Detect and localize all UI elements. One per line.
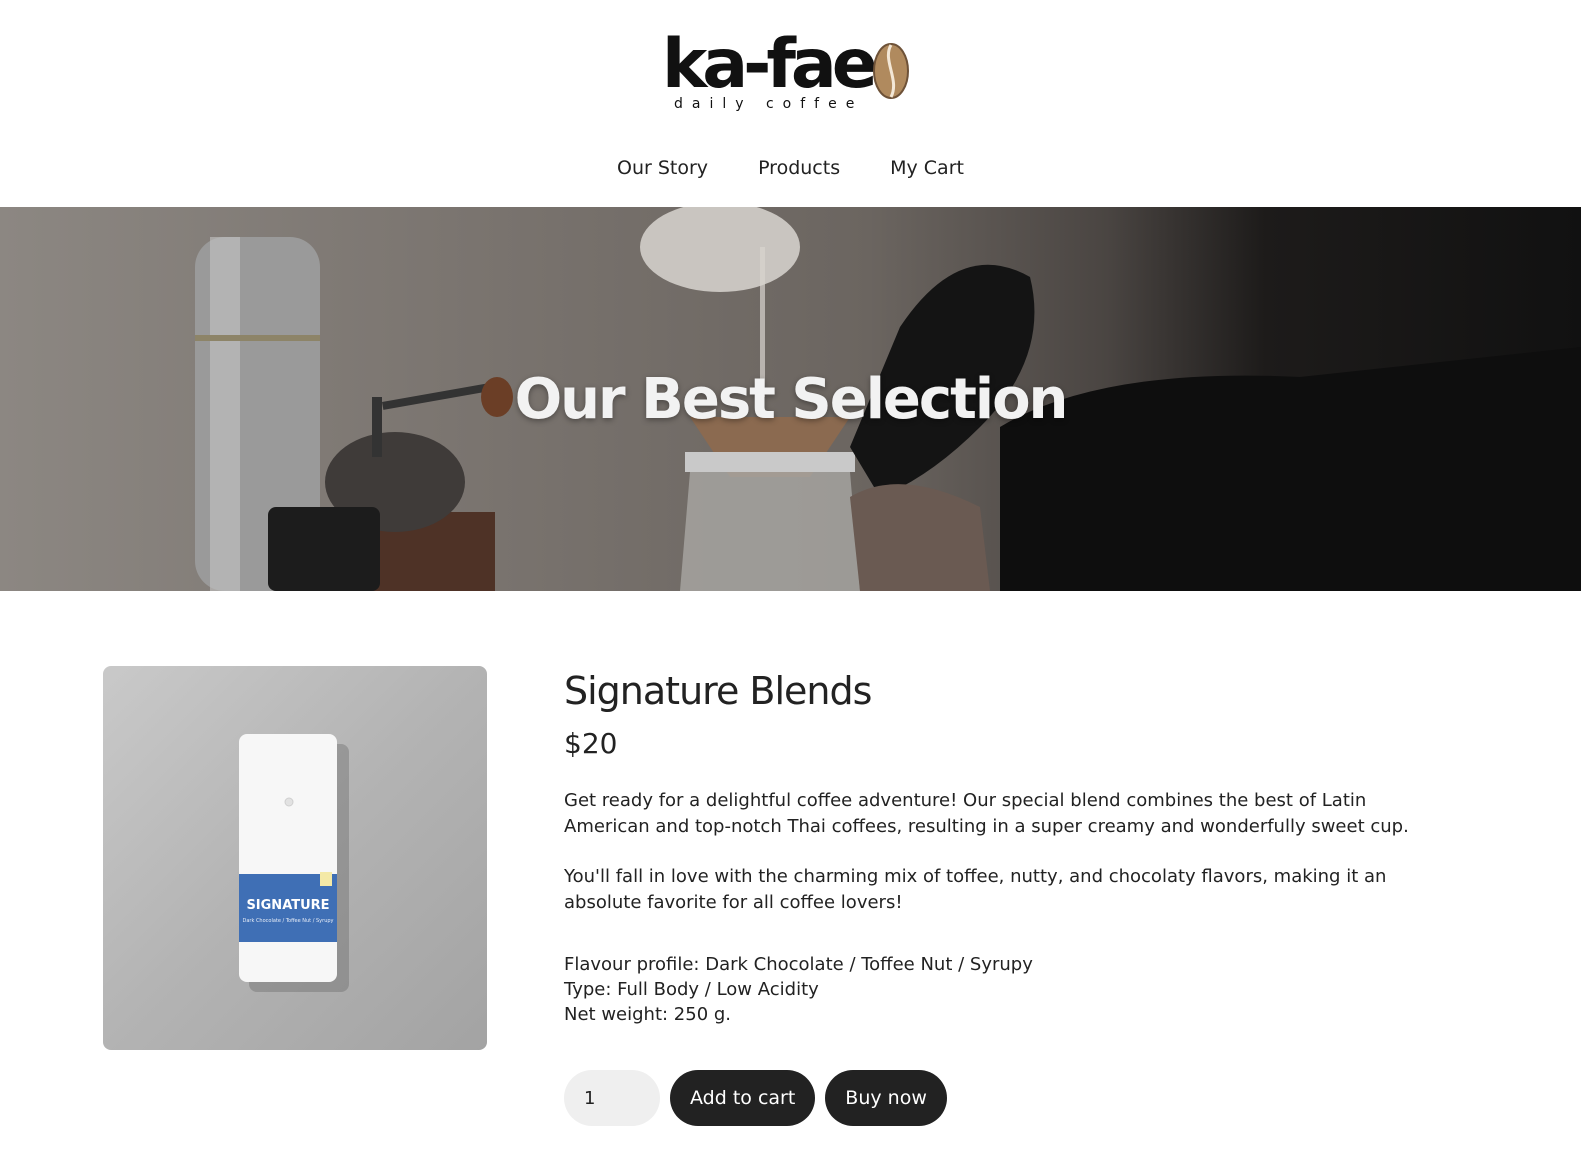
product-info: Signature Blends $20 Get ready for a del… <box>564 666 1464 1027</box>
brand-tagline: daily coffee <box>674 96 864 112</box>
nav-my-cart[interactable]: My Cart <box>890 150 964 186</box>
add-to-cart-button[interactable]: Add to cart <box>670 1070 816 1126</box>
description-paragraph: You'll fall in love with the charming mi… <box>564 866 1387 913</box>
description-paragraph: Get ready for a delightful coffee advent… <box>564 790 1409 837</box>
product-price: $20 <box>564 727 618 760</box>
brand-logo[interactable]: ka-fae daily coffee <box>662 22 922 118</box>
product-description: Get ready for a delightful coffee advent… <box>564 788 1444 916</box>
coffee-bag-image: SIGNATURE Dark Chocolate / Toffee Nut / … <box>239 734 349 992</box>
spec-type: Type: Full Body / Low Acidity <box>564 979 819 1000</box>
purchase-actions: Add to cart Buy now <box>564 1070 947 1126</box>
bag-sublabel-text: Dark Chocolate / Toffee Nut / Syrupy <box>242 918 333 924</box>
nav-products[interactable]: Products <box>758 150 840 186</box>
quantity-input[interactable] <box>564 1070 660 1126</box>
spec-flavour: Flavour profile: Dark Chocolate / Toffee… <box>564 954 1033 975</box>
product-image[interactable]: SIGNATURE Dark Chocolate / Toffee Nut / … <box>103 666 487 1050</box>
product-title: Signature Blends <box>564 669 872 713</box>
hero-title: Our Best Selection <box>514 367 1069 432</box>
spec-weight: Net weight: 250 g. <box>564 1004 732 1025</box>
hero-banner: Our Best Selection <box>0 207 1581 591</box>
site-header: ka-fae daily coffee Our Story Products M… <box>0 0 1581 207</box>
coffee-bean-icon <box>873 43 909 99</box>
bag-label-text: SIGNATURE <box>246 898 329 913</box>
product-specs: Flavour profile: Dark Chocolate / Toffee… <box>564 952 1464 1027</box>
main-nav: Our Story Products My Cart <box>0 150 1581 186</box>
buy-now-button[interactable]: Buy now <box>825 1070 947 1126</box>
nav-our-story[interactable]: Our Story <box>617 150 708 186</box>
